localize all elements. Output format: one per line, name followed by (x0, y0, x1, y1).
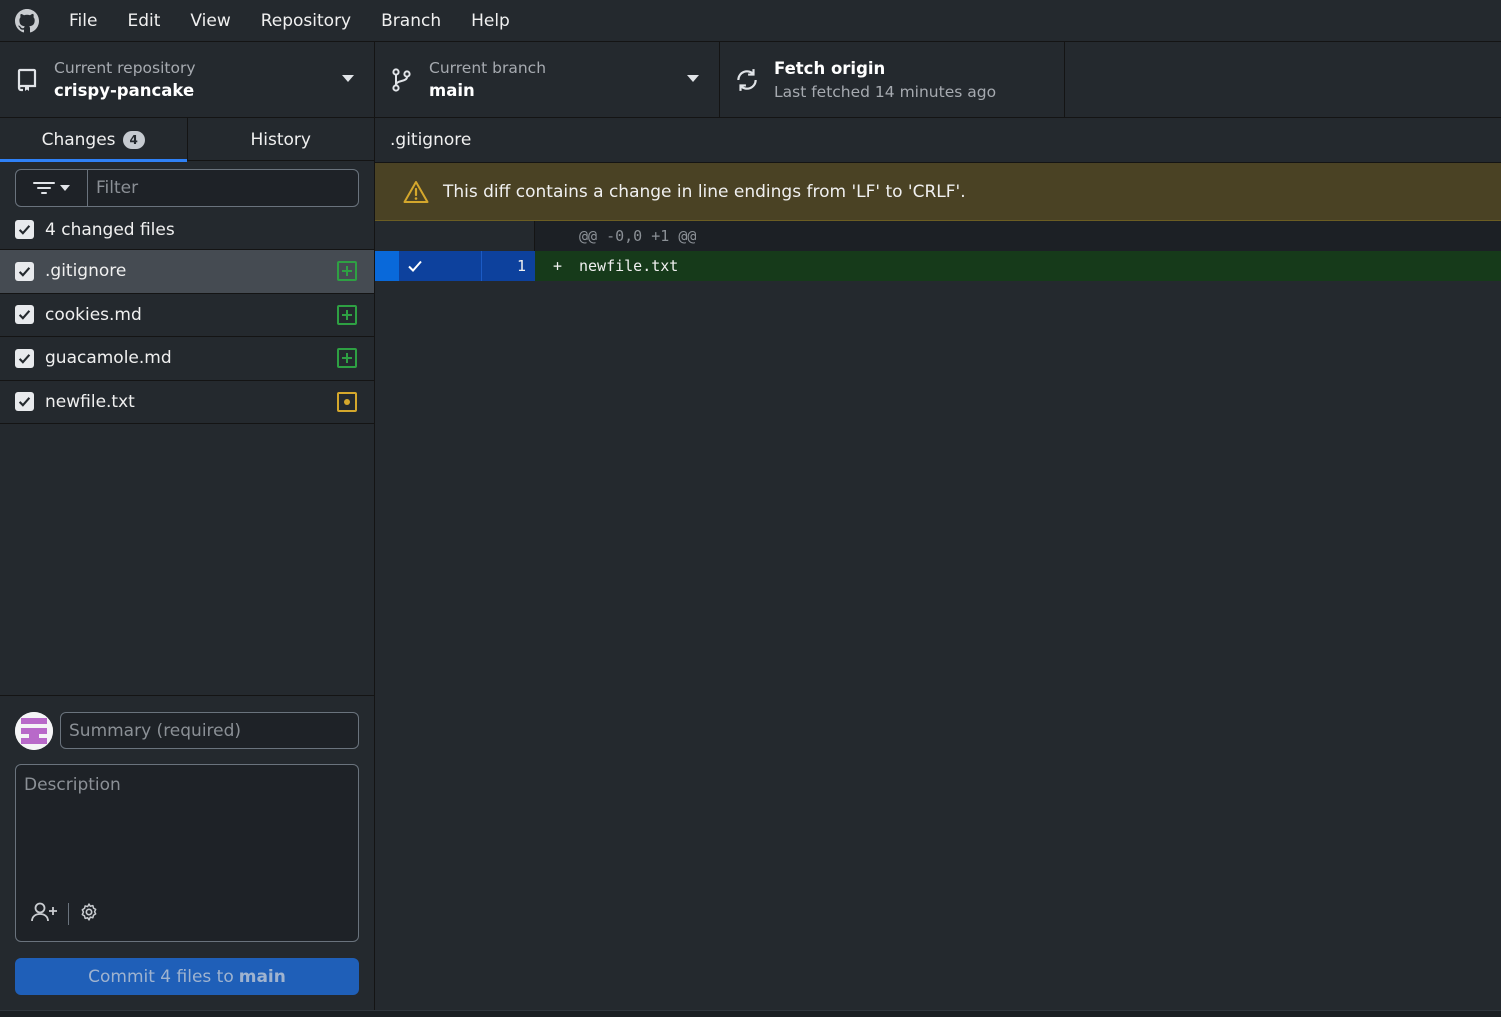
menu-branch[interactable]: Branch (366, 0, 456, 42)
tab-changes-label: Changes (41, 129, 116, 150)
file-modified-icon (337, 391, 357, 412)
commit-button[interactable]: Commit 4 files to main (15, 958, 359, 995)
commit-description-input[interactable] (16, 765, 358, 885)
line-select-handle[interactable] (375, 251, 399, 281)
file-row-newfile[interactable]: newfile.txt (0, 381, 374, 424)
chevron-down-icon (342, 75, 354, 82)
github-desktop-window: File Edit View Repository Branch Help Cu… (0, 0, 1501, 1017)
toolbar: Current repository crispy-pancake Curren… (0, 42, 1501, 118)
commit-button-branch: main (238, 966, 286, 987)
file-checkbox[interactable] (15, 305, 34, 325)
repo-icon (0, 68, 54, 92)
fetch-origin-button[interactable]: Fetch origin Last fetched 14 minutes ago (720, 42, 1065, 118)
window-bottom-edge (0, 1010, 1501, 1017)
commit-summary-input[interactable] (60, 712, 359, 749)
commit-description-box (15, 764, 359, 942)
line-checkbox[interactable] (399, 251, 481, 281)
tab-changes[interactable]: Changes 4 (0, 118, 187, 162)
file-name: cookies.md (45, 304, 142, 325)
title-bar: File Edit View Repository Branch Help (0, 0, 1501, 42)
fetch-title: Fetch origin (774, 59, 886, 78)
line-number: 1 (481, 251, 535, 281)
check-icon (18, 225, 31, 235)
file-checkbox[interactable] (15, 392, 34, 412)
select-all-checkbox[interactable] (15, 220, 34, 239)
warning-text: This diff contains a change in line endi… (443, 181, 966, 202)
file-checkbox[interactable] (15, 348, 34, 368)
hunk-gutter (375, 221, 535, 251)
tab-history-label: History (250, 129, 311, 150)
check-icon (18, 266, 31, 277)
hunk-header-text: @@ -0,0 +1 @@ (579, 227, 697, 245)
filter-input[interactable] (88, 170, 358, 206)
sidebar: Changes 4 History 4 changed files (0, 118, 375, 1010)
add-coauthor-icon[interactable] (30, 901, 58, 927)
description-toolbar (30, 901, 99, 927)
menu-view[interactable]: View (175, 0, 245, 42)
commit-button-label: Commit 4 files to (88, 966, 234, 987)
warning-icon (403, 180, 429, 203)
changed-files-count: 4 changed files (45, 219, 175, 240)
gear-icon[interactable] (79, 902, 99, 926)
file-row-guacamole[interactable]: guacamole.md (0, 337, 374, 381)
diff-hunk-header: @@ -0,0 +1 @@ (375, 221, 1501, 251)
line-prefix: + (553, 257, 563, 275)
current-repository-button[interactable]: Current repository crispy-pancake (0, 42, 375, 118)
sync-icon (720, 67, 774, 93)
branch-label: Current branch (429, 59, 547, 77)
chevron-down-icon (60, 185, 70, 191)
check-icon (18, 397, 31, 407)
repository-name: crispy-pancake (54, 81, 195, 100)
branch-name: main (429, 81, 475, 100)
menu-repository[interactable]: Repository (246, 0, 366, 42)
tab-history[interactable]: History (186, 118, 375, 161)
line-content: newfile.txt (579, 257, 679, 275)
check-icon (408, 260, 422, 272)
diff-file-header: .gitignore (375, 118, 1501, 163)
check-icon (18, 310, 31, 320)
line-ending-warning: This diff contains a change in line endi… (375, 163, 1501, 221)
file-name: newfile.txt (45, 391, 135, 412)
file-added-icon (337, 348, 357, 368)
file-row-gitignore[interactable]: .gitignore (0, 250, 374, 294)
select-all-row[interactable]: 4 changed files (0, 210, 374, 250)
file-name: .gitignore (45, 261, 127, 282)
avatar[interactable] (15, 712, 53, 750)
filter-bar (15, 169, 359, 207)
commit-panel: Commit 4 files to main (0, 695, 374, 1010)
sidebar-tabs: Changes 4 History (0, 118, 375, 162)
file-added-icon (337, 304, 357, 325)
toolbar-divider (68, 903, 69, 925)
chevron-down-icon (687, 75, 699, 82)
check-icon (18, 353, 31, 364)
file-row-cookies[interactable]: cookies.md (0, 294, 374, 337)
menu-edit[interactable]: Edit (112, 0, 175, 42)
menu-bar: File Edit View Repository Branch Help (54, 0, 525, 42)
file-added-icon (337, 261, 357, 281)
branch-icon (375, 68, 429, 92)
current-branch-button[interactable]: Current branch main (375, 42, 720, 118)
repository-label: Current repository (54, 59, 196, 77)
diff-panel: .gitignore This diff contains a change i… (375, 118, 1501, 1010)
github-logo-icon (0, 0, 54, 42)
diff-line[interactable]: 1 + newfile.txt (375, 251, 1501, 281)
file-checkbox[interactable] (15, 261, 34, 281)
changes-count-badge: 4 (122, 130, 145, 149)
file-name: guacamole.md (45, 348, 172, 369)
filter-icon (33, 182, 55, 194)
fetch-status: Last fetched 14 minutes ago (774, 83, 997, 101)
filter-options-button[interactable] (16, 170, 88, 206)
menu-file[interactable]: File (54, 0, 112, 42)
menu-help[interactable]: Help (456, 0, 525, 42)
changed-files-list: .gitignore cookies.md guacamole.md newfi… (0, 250, 374, 424)
